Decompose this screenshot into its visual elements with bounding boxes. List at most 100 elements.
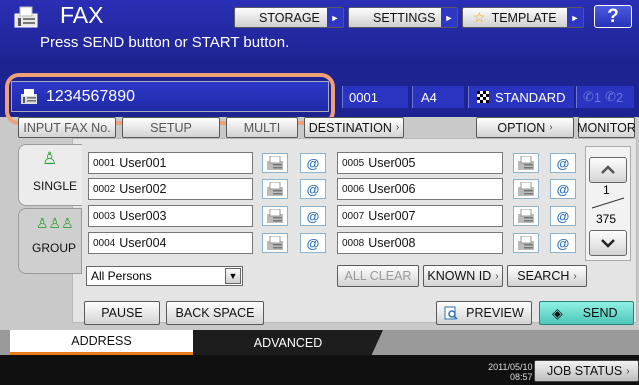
chevron-up-icon: [601, 165, 615, 174]
chevron-right-icon: ›: [395, 122, 400, 133]
email-address-icon[interactable]: @: [550, 179, 576, 199]
star-icon: ☆: [473, 9, 486, 25]
entry-name: User005: [368, 156, 416, 170]
multi-label: MULTI: [243, 120, 281, 135]
fax-address-icon[interactable]: [262, 206, 288, 226]
job-status-button[interactable]: JOB STATUS ›: [534, 360, 639, 382]
chevron-right-icon: ›: [626, 365, 630, 377]
tab-single[interactable]: ♙ SINGLE: [18, 144, 82, 206]
setup-tab[interactable]: SETUP: [122, 117, 220, 138]
group-filter-select[interactable]: All Persons: [86, 266, 243, 286]
entry-index: 0007: [342, 210, 365, 222]
chevron-right-icon: ►: [441, 8, 457, 27]
entry-name: User008: [368, 236, 416, 250]
pause-button[interactable]: PAUSE: [84, 301, 160, 325]
fax-icon: [14, 6, 38, 28]
fax-address-icon[interactable]: [262, 179, 288, 199]
group-label: GROUP: [32, 241, 77, 255]
time-text: 08:57: [510, 372, 533, 382]
entry-index: 0008: [342, 237, 365, 249]
backspace-button[interactable]: BACK SPACE: [166, 301, 264, 325]
tab-advanced[interactable]: ADVANCED: [193, 330, 383, 355]
chevron-right-icon: ►: [567, 8, 583, 27]
storage-button[interactable]: STORAGE ►: [234, 7, 344, 28]
line-1-label: 1: [593, 89, 602, 105]
search-button[interactable]: SEARCH ›: [507, 265, 587, 287]
resolution-indicator: STANDARD: [468, 86, 574, 108]
scroll-down-button[interactable]: [589, 230, 627, 256]
address-entry[interactable]: 0004 User004: [88, 232, 253, 254]
template-button[interactable]: ☆ TEMPLATE ►: [462, 7, 584, 28]
known-id-button[interactable]: KNOWN ID ›: [423, 265, 503, 287]
fax-address-icon[interactable]: [513, 179, 539, 199]
send-button[interactable]: ◈ SEND: [539, 301, 634, 325]
checker-icon: [477, 91, 489, 103]
multi-tab[interactable]: MULTI: [226, 117, 298, 138]
entry-name: User007: [368, 209, 416, 223]
chevron-down-icon: [601, 239, 615, 248]
all-clear-button[interactable]: ALL CLEAR: [337, 265, 419, 287]
chevron-right-icon: ›: [549, 122, 553, 133]
chevron-right-icon: ►: [327, 8, 343, 27]
page-divider: [591, 197, 625, 209]
dropdown-arrow-icon[interactable]: ▼: [225, 268, 241, 284]
entry-name: User001: [119, 156, 167, 170]
email-address-icon[interactable]: @: [550, 206, 576, 226]
address-entry[interactable]: 0001 User001: [88, 152, 253, 174]
option-button[interactable]: OPTION ›: [476, 117, 574, 138]
entry-name: User006: [368, 182, 416, 196]
fax-address-icon[interactable]: [513, 233, 539, 253]
entry-name: User004: [119, 236, 167, 250]
page-title: FAX: [60, 2, 104, 28]
entry-index: 0006: [342, 183, 365, 195]
preview-button[interactable]: PREVIEW: [436, 301, 532, 325]
destination-label: DESTINATION: [308, 120, 392, 135]
person-icon: ♙: [42, 149, 58, 168]
help-button[interactable]: ?: [594, 5, 632, 28]
tab-group[interactable]: ♙♙♙ GROUP: [18, 208, 82, 274]
input-fax-number-tab[interactable]: INPUT FAX No.: [18, 117, 116, 138]
address-entry[interactable]: 0002 User002: [88, 178, 253, 200]
fax-address-icon[interactable]: [513, 153, 539, 173]
address-entry[interactable]: 0005 User005: [337, 152, 503, 174]
settings-button[interactable]: SETTINGS ►: [348, 7, 458, 28]
phone-icon: ✆: [605, 89, 617, 104]
fax-address-icon[interactable]: [513, 206, 539, 226]
entry-name: User002: [119, 182, 167, 196]
email-address-icon[interactable]: @: [300, 153, 326, 173]
email-address-icon[interactable]: @: [300, 206, 326, 226]
entry-index: 0003: [93, 210, 116, 222]
entry-index: 0004: [93, 237, 116, 249]
input-fax-number-label: INPUT FAX No.: [23, 120, 111, 135]
fax-address-icon[interactable]: [262, 233, 288, 253]
address-entry[interactable]: 0008 User008: [337, 232, 503, 254]
storage-label: STORAGE: [259, 10, 320, 25]
scroll-up-button[interactable]: [589, 157, 627, 183]
template-label: TEMPLATE: [491, 10, 557, 25]
date-time: 2011/05/10 08:57: [488, 362, 533, 382]
settings-label: SETTINGS: [373, 10, 436, 25]
resolution-label: STANDARD: [495, 89, 566, 105]
setup-label: SETUP: [150, 120, 192, 135]
phone-icon: ✆: [583, 89, 594, 104]
email-address-icon[interactable]: @: [300, 233, 326, 253]
address-entry[interactable]: 0006 User006: [337, 178, 503, 200]
address-entry[interactable]: 0003 User003: [88, 205, 253, 227]
tab-address[interactable]: ADDRESS: [10, 330, 193, 355]
search-label: SEARCH: [517, 269, 570, 283]
fax-address-icon[interactable]: [262, 153, 288, 173]
destination-button[interactable]: DESTINATION ›: [304, 117, 404, 138]
start-diamond-icon: ◈: [552, 304, 563, 321]
preview-label: PREVIEW: [466, 306, 524, 320]
entry-index: 0001: [93, 157, 116, 169]
monitor-button[interactable]: MONITOR: [577, 117, 636, 138]
entry-name: User003: [119, 209, 167, 223]
destination-count: 0001: [342, 86, 408, 108]
email-address-icon[interactable]: @: [550, 153, 576, 173]
send-label: SEND: [582, 306, 618, 320]
email-address-icon[interactable]: @: [550, 233, 576, 253]
line-2-label: 2: [616, 89, 624, 105]
preview-icon: [444, 306, 458, 320]
address-entry[interactable]: 0007 User007: [337, 205, 503, 227]
email-address-icon[interactable]: @: [300, 179, 326, 199]
